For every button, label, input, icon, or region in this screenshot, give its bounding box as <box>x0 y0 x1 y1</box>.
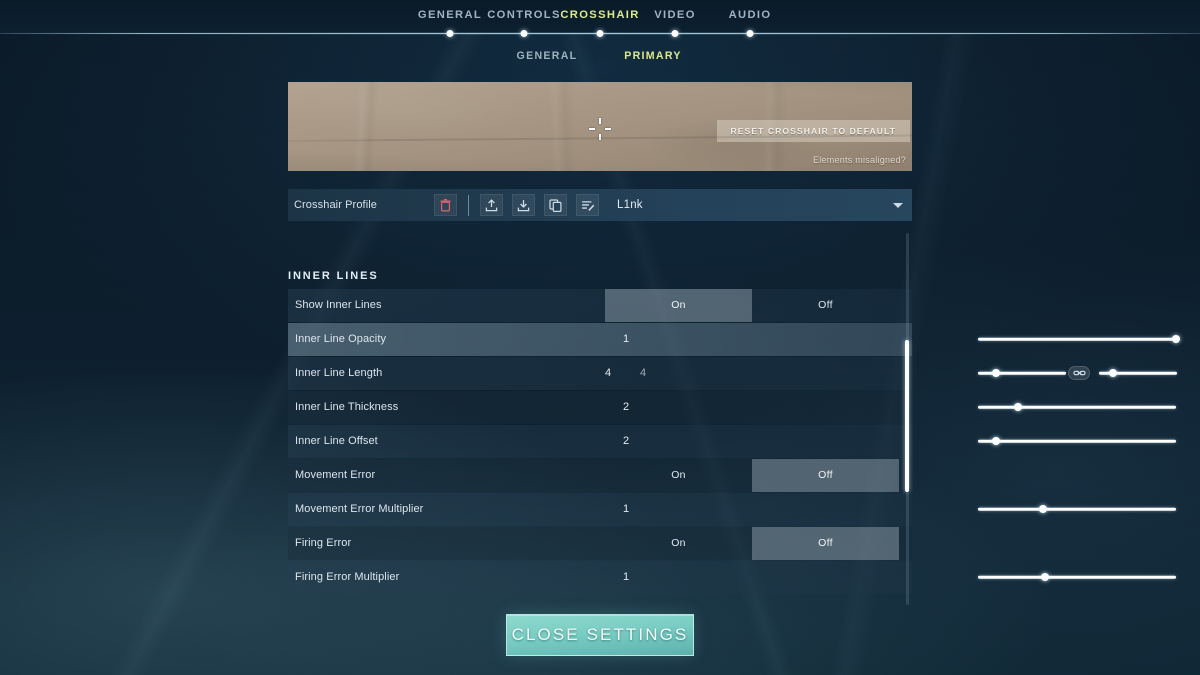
setting-slider[interactable] <box>978 435 1176 447</box>
toggle-option-off[interactable]: Off <box>752 459 899 492</box>
setting-slider[interactable] <box>978 401 1176 413</box>
scrollbar-thumb[interactable] <box>905 340 909 492</box>
import-profile-button[interactable] <box>480 194 503 216</box>
crosshair-profile-label: Crosshair Profile <box>294 199 378 211</box>
setting-row-inner-line-thickness[interactable]: Inner Line Thickness 2 <box>288 391 1176 424</box>
download-icon <box>517 199 530 211</box>
crosshair-graphic <box>588 117 612 141</box>
toggle-option-off[interactable]: Off <box>752 527 899 560</box>
slider-track <box>978 507 1176 511</box>
settings-rows: Show Inner Lines On Off Inner Line Opacity 1… <box>288 289 1180 594</box>
export-profile-button[interactable] <box>512 194 535 216</box>
crosshair-preview: RESET CROSSHAIR TO DEFAULT Elements misa… <box>288 82 912 171</box>
crosshair-line-left <box>589 128 595 131</box>
nav-subtab-general-0[interactable]: GENERAL <box>517 50 578 62</box>
link-sliders-button[interactable] <box>1068 366 1090 381</box>
setting-row-show-inner-lines[interactable]: Show Inner Lines On Off <box>288 289 912 322</box>
crosshair-line-bottom <box>599 134 601 141</box>
setting-label: Inner Line Thickness <box>295 401 399 414</box>
delete-profile-button[interactable] <box>434 194 457 216</box>
copy-icon <box>549 198 562 212</box>
nav-tab-dot-audio[interactable] <box>746 30 754 37</box>
copy-profile-button[interactable] <box>544 194 567 216</box>
setting-label: Inner Line Offset <box>295 435 378 448</box>
section-title: INNER LINES <box>288 270 379 282</box>
setting-value: 2 <box>622 401 630 414</box>
upload-icon <box>485 198 498 211</box>
setting-row-movement-error[interactable]: Movement Error On Off <box>288 459 912 492</box>
slider-thumb[interactable] <box>1172 335 1180 344</box>
crosshair-profile-value[interactable]: L1nk <box>617 199 643 211</box>
nav-subtab-primary-1[interactable]: PRIMARY <box>624 50 682 62</box>
profile-actions-divider <box>468 194 469 216</box>
slider-track <box>978 337 1176 341</box>
setting-row-firing-error[interactable]: Firing Error On Off <box>288 527 912 560</box>
setting-value: 1 <box>622 571 630 584</box>
crosshair-line-top <box>599 118 601 125</box>
nav-tab-row: GENERAL CONTROLS CROSSHAIR VIDEO AUDIO GENERA… <box>0 0 1200 62</box>
nav-tab-audio[interactable]: AUDIO <box>729 9 772 21</box>
nav-tab-crosshair[interactable]: CROSSHAIR <box>560 9 639 21</box>
setting-label: Firing Error <box>295 537 352 550</box>
setting-value-secondary: 4 <box>639 367 647 380</box>
reset-crosshair-label: RESET CROSSHAIR TO DEFAULT <box>730 126 896 136</box>
slider-track <box>978 575 1176 579</box>
slider-track <box>978 405 1176 409</box>
settings-screen: GENERAL CONTROLS CROSSHAIR VIDEO AUDIO GENERA… <box>0 0 1200 675</box>
slider-secondary[interactable] <box>1099 367 1177 379</box>
setting-label: Show Inner Lines <box>295 299 382 312</box>
rename-icon <box>581 200 594 211</box>
nav-tab-dot-controls[interactable] <box>520 30 528 37</box>
setting-row-inner-line-opacity[interactable]: Inner Line Opacity 1 <box>288 323 1180 356</box>
chevron-down-icon[interactable] <box>893 202 903 208</box>
setting-slider[interactable] <box>978 503 1176 515</box>
slider-track <box>978 439 1176 443</box>
setting-value: 1 <box>622 333 630 346</box>
setting-slider[interactable] <box>978 571 1176 583</box>
setting-label: Inner Line Length <box>295 367 383 380</box>
close-settings-label: CLOSE SETTINGS <box>511 625 689 644</box>
toggle-group: On Off <box>605 459 899 492</box>
slider-thumb[interactable] <box>1013 403 1022 412</box>
slider-thumb[interactable] <box>1109 369 1118 378</box>
setting-label: Movement Error Multiplier <box>295 503 424 516</box>
setting-slider[interactable] <box>978 333 1180 345</box>
setting-label: Movement Error <box>295 469 376 482</box>
nav-tab-video[interactable]: VIDEO <box>654 9 696 21</box>
toggle-option-off[interactable]: Off <box>752 289 899 322</box>
slider-primary[interactable] <box>978 367 1066 379</box>
rename-profile-button[interactable] <box>576 194 599 216</box>
slider-thumb[interactable] <box>1039 505 1048 514</box>
setting-value: 2 <box>622 435 630 448</box>
setting-value: 1 <box>622 503 630 516</box>
setting-row-firing-error-multiplier[interactable]: Firing Error Multiplier 1 <box>288 561 1176 594</box>
trash-icon <box>440 198 451 212</box>
setting-row-inner-line-offset[interactable]: Inner Line Offset 2 <box>288 425 1176 458</box>
slider-thumb[interactable] <box>991 437 1000 446</box>
nav-tab-dot-crosshair[interactable] <box>596 30 604 37</box>
elements-misaligned-link[interactable]: Elements misaligned? <box>813 155 906 165</box>
setting-row-inner-line-length[interactable]: Inner Line Length 4 4 <box>288 357 1177 390</box>
settings-list: INNER LINES Show Inner Lines On Off Inner L… <box>288 236 1180 604</box>
nav-tab-dot-general[interactable] <box>446 30 454 37</box>
link-icon <box>1072 370 1086 376</box>
crosshair-line-right <box>605 128 611 131</box>
setting-row-movement-error-multiplier[interactable]: Movement Error Multiplier 1 <box>288 493 1176 526</box>
reset-crosshair-button[interactable]: RESET CROSSHAIR TO DEFAULT <box>716 120 910 142</box>
toggle-option-on[interactable]: On <box>605 459 752 492</box>
close-settings-button[interactable]: CLOSE SETTINGS <box>506 614 694 656</box>
slider-thumb[interactable] <box>991 369 1000 378</box>
slider-thumb[interactable] <box>1041 573 1050 582</box>
setting-label: Inner Line Opacity <box>295 333 387 346</box>
toggle-option-on[interactable]: On <box>605 289 752 322</box>
setting-value-primary: 4 <box>604 367 612 380</box>
setting-label: Firing Error Multiplier <box>295 571 400 584</box>
toggle-group: On Off <box>605 527 899 560</box>
toggle-group: On Off <box>605 289 899 322</box>
nav-tab-general[interactable]: GENERAL <box>418 9 482 21</box>
toggle-option-on[interactable]: On <box>605 527 752 560</box>
nav-tab-controls[interactable]: CONTROLS <box>487 9 561 21</box>
crosshair-profile-bar: Crosshair Profile L1nk <box>288 189 912 221</box>
nav-tab-dot-video[interactable] <box>671 30 679 37</box>
